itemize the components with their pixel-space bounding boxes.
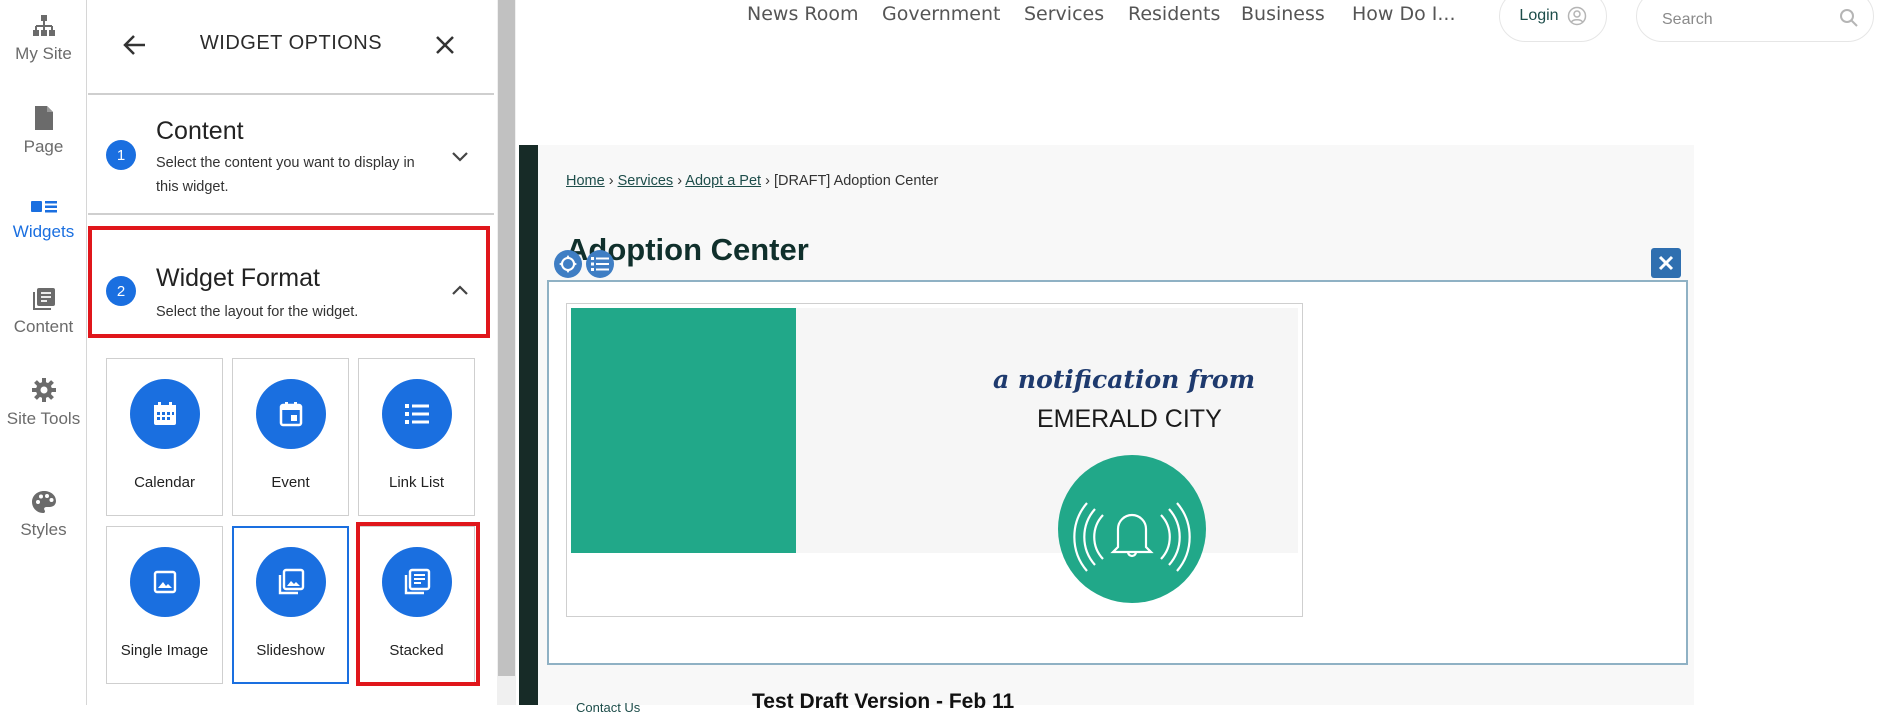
rail-item-my-site[interactable]: My Site bbox=[0, 14, 87, 65]
rail-item-site-tools[interactable]: Site Tools bbox=[0, 377, 87, 430]
remove-widget-button[interactable] bbox=[1651, 248, 1681, 278]
rail-label-page: Page bbox=[23, 137, 64, 156]
tile-icon-circle bbox=[129, 379, 200, 449]
rail-item-page[interactable]: Page bbox=[0, 105, 87, 158]
section-desc-widget-format: Select the layout for the widget. bbox=[156, 304, 359, 320]
section-desc-content: Select the content you want to display i… bbox=[156, 155, 415, 195]
widgets-icon bbox=[30, 201, 57, 213]
tile-label-link-list: Link List bbox=[388, 474, 445, 491]
breadcrumb-home[interactable]: Home bbox=[566, 173, 605, 189]
bell-circle bbox=[1058, 455, 1206, 603]
slideshow-icon bbox=[278, 568, 304, 595]
rail-item-content[interactable]: Content bbox=[0, 287, 87, 338]
list-icon bbox=[404, 404, 429, 424]
rail-label-my-site: My Site bbox=[15, 44, 72, 63]
tile-label-calendar: Calendar bbox=[134, 474, 195, 491]
site-search-input[interactable]: Search bbox=[1636, 0, 1874, 42]
tile-icon-circle bbox=[129, 547, 200, 617]
dark-side-strip bbox=[519, 145, 538, 705]
nav-how-do-i[interactable]: How Do I... bbox=[1352, 3, 1456, 25]
search-icon[interactable] bbox=[1839, 8, 1859, 28]
image-icon bbox=[153, 570, 176, 594]
close-icon bbox=[1658, 255, 1674, 271]
contact-us-link[interactable]: Contact Us bbox=[576, 700, 640, 715]
breadcrumb-current: [DRAFT] Adoption Center bbox=[773, 173, 939, 189]
sitemap-icon bbox=[32, 15, 55, 36]
rail-item-widgets[interactable]: Widgets bbox=[0, 198, 87, 243]
rail-label-content: Content bbox=[13, 317, 74, 336]
section-content[interactable]: 1 Content Select the content you want to… bbox=[88, 97, 494, 215]
tile-label-single-image: Single Image bbox=[120, 642, 209, 659]
panel-header: WIDGET OPTIONS bbox=[88, 0, 494, 95]
section-title-content: Content bbox=[156, 117, 244, 145]
breadcrumb-adopt-a-pet[interactable]: Adopt a Pet bbox=[685, 173, 761, 189]
calendar-icon bbox=[153, 402, 176, 425]
rail-label-site-tools: Site Tools bbox=[6, 409, 81, 428]
breadcrumb: Home › Services › Adopt a Pet › [DRAFT] … bbox=[566, 173, 939, 189]
close-panel-button[interactable] bbox=[428, 28, 462, 62]
close-icon bbox=[436, 36, 454, 54]
tile-icon-circle bbox=[381, 379, 452, 449]
format-tile-stacked[interactable]: Stacked bbox=[358, 526, 475, 684]
tile-icon-circle bbox=[381, 547, 452, 617]
list-icon bbox=[591, 257, 609, 271]
login-button[interactable]: Login bbox=[1499, 0, 1607, 42]
page-icon bbox=[34, 106, 53, 130]
rail-label-styles: Styles bbox=[20, 520, 67, 539]
left-rail: My Site Page Widgets Content Site Tools … bbox=[0, 0, 87, 705]
banner-city-name: EMERALD CITY bbox=[1037, 405, 1222, 433]
format-tile-slideshow[interactable]: Slideshow bbox=[232, 526, 349, 684]
tile-label-stacked: Stacked bbox=[389, 642, 444, 659]
draft-version-heading: Test Draft Version - Feb 11 bbox=[752, 690, 1015, 713]
format-tile-link-list[interactable]: Link List bbox=[358, 358, 475, 516]
widget-options-panel: WIDGET OPTIONS 1 Content Select the cont… bbox=[88, 0, 496, 705]
tile-icon-circle bbox=[255, 379, 326, 449]
tile-icon-circle bbox=[255, 547, 326, 617]
event-icon bbox=[279, 402, 302, 427]
panel-scrollbar-thumb[interactable] bbox=[498, 0, 515, 676]
palette-icon bbox=[31, 491, 56, 513]
user-icon bbox=[1567, 6, 1586, 26]
nav-news-room[interactable]: News Room bbox=[747, 3, 859, 25]
widget-options-button[interactable] bbox=[586, 250, 614, 278]
step-badge-2: 2 bbox=[106, 276, 136, 306]
login-label: Login bbox=[1519, 7, 1559, 24]
gear-icon bbox=[31, 378, 56, 402]
nav-residents[interactable]: Residents bbox=[1128, 3, 1220, 25]
widget-move-button[interactable] bbox=[554, 250, 582, 278]
tile-label-event: Event bbox=[271, 474, 310, 491]
section-widget-format[interactable]: 2 Widget Format Select the layout for th… bbox=[88, 230, 494, 336]
chevron-up-icon[interactable] bbox=[448, 278, 472, 302]
section-title-widget-format: Widget Format bbox=[156, 264, 320, 292]
step-badge-1: 1 bbox=[106, 140, 136, 170]
content-icon bbox=[32, 288, 55, 310]
banner-tagline: a notification from bbox=[993, 365, 1256, 394]
format-tile-single-image[interactable]: Single Image bbox=[106, 526, 223, 684]
breadcrumb-services[interactable]: Services bbox=[618, 173, 674, 189]
search-placeholder: Search bbox=[1662, 11, 1713, 28]
rail-item-styles[interactable]: Styles bbox=[0, 490, 87, 541]
chevron-down-icon[interactable] bbox=[448, 145, 472, 169]
move-icon bbox=[559, 255, 577, 273]
stacked-icon bbox=[404, 568, 430, 595]
nav-business[interactable]: Business bbox=[1241, 3, 1325, 25]
tile-label-slideshow: Slideshow bbox=[256, 642, 325, 659]
format-tile-calendar[interactable]: Calendar bbox=[106, 358, 223, 516]
bell-icon bbox=[1073, 502, 1191, 572]
banner-green-block bbox=[571, 308, 796, 553]
rail-label-widgets: Widgets bbox=[12, 222, 75, 241]
format-tile-event[interactable]: Event bbox=[232, 358, 349, 516]
nav-government[interactable]: Government bbox=[882, 3, 1001, 25]
nav-services[interactable]: Services bbox=[1024, 3, 1104, 25]
